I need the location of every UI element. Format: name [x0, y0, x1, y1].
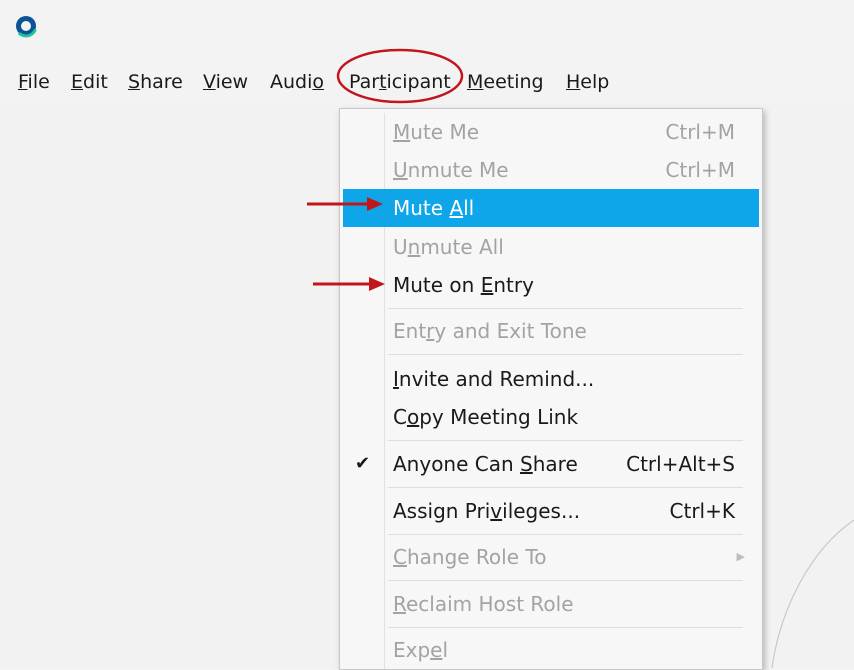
menu-separator — [388, 627, 743, 628]
menu-item-shortcut: Ctrl+Alt+S — [626, 452, 735, 476]
menu-share[interactable]: Share — [128, 71, 183, 93]
menu-item-anyone-can-share[interactable]: ✔ Anyone Can Share Ctrl+Alt+S — [343, 445, 759, 483]
menu-item-mute-me[interactable]: Mute Me Ctrl+M — [343, 113, 759, 151]
menu-item-reclaim-host-role[interactable]: Reclaim Host Role — [343, 585, 759, 623]
menu-separator — [388, 354, 743, 355]
menu-item-label: Mute on Entry — [393, 273, 534, 297]
menu-item-label: Anyone Can Share — [393, 452, 578, 476]
menu-item-assign-privileges[interactable]: Assign Privileges... Ctrl+K — [343, 492, 759, 530]
menu-meeting[interactable]: Meeting — [467, 71, 544, 93]
menu-participant[interactable]: Participant — [349, 71, 451, 93]
menu-item-mute-on-entry[interactable]: Mute on Entry — [343, 266, 759, 304]
menu-item-label: Assign Privileges... — [393, 499, 581, 523]
menu-item-label: Change Role To — [393, 545, 547, 569]
menu-separator — [388, 487, 743, 488]
menu-item-entry-exit-tone[interactable]: Entry and Exit Tone — [343, 312, 759, 350]
webex-logo-icon[interactable] — [14, 14, 38, 38]
menu-item-label: Expel — [393, 638, 449, 662]
menu-item-label: Unmute All — [393, 235, 504, 259]
menu-file[interactable]: File — [18, 71, 50, 93]
menu-item-mute-all[interactable]: Mute All — [343, 189, 759, 227]
menu-separator — [388, 308, 743, 309]
menu-item-label: Mute Me — [393, 120, 480, 144]
menu-item-label: Mute All — [393, 196, 475, 220]
menu-audio[interactable]: Audio — [270, 71, 324, 93]
menu-separator — [388, 580, 743, 581]
menu-item-change-role-to[interactable]: Change Role To ▶ — [343, 538, 759, 576]
menu-item-label: Invite and Remind... — [393, 367, 595, 391]
menu-item-unmute-me[interactable]: Unmute Me Ctrl+M — [343, 151, 759, 189]
menu-item-copy-meeting-link[interactable]: Copy Meeting Link — [343, 398, 759, 436]
participant-dropdown-menu: Mute Me Ctrl+M Unmute Me Ctrl+M Mute All… — [339, 108, 763, 670]
menu-item-shortcut: Ctrl+K — [669, 499, 735, 523]
checkmark-icon: ✔ — [355, 453, 371, 474]
menu-separator — [388, 440, 743, 441]
menu-view[interactable]: View — [203, 71, 248, 93]
menu-help[interactable]: Help — [566, 71, 609, 93]
menu-edit[interactable]: Edit — [71, 71, 108, 93]
menu-item-expel[interactable]: Expel — [343, 631, 759, 669]
menu-item-shortcut: Ctrl+M — [665, 158, 735, 182]
menu-item-shortcut: Ctrl+M — [665, 120, 735, 144]
menu-item-label: Unmute Me — [393, 158, 509, 182]
submenu-arrow-icon: ▶ — [736, 550, 745, 563]
menu-item-label: Reclaim Host Role — [393, 592, 574, 616]
menu-item-unmute-all[interactable]: Unmute All — [343, 228, 759, 266]
menu-bar: File Edit Share View Audio Participant M… — [0, 60, 854, 104]
menu-item-label: Entry and Exit Tone — [393, 319, 587, 343]
menu-separator — [388, 534, 743, 535]
title-bar — [0, 0, 854, 60]
menu-item-invite-remind[interactable]: Invite and Remind... — [343, 360, 759, 398]
menu-item-label: Copy Meeting Link — [393, 405, 579, 429]
